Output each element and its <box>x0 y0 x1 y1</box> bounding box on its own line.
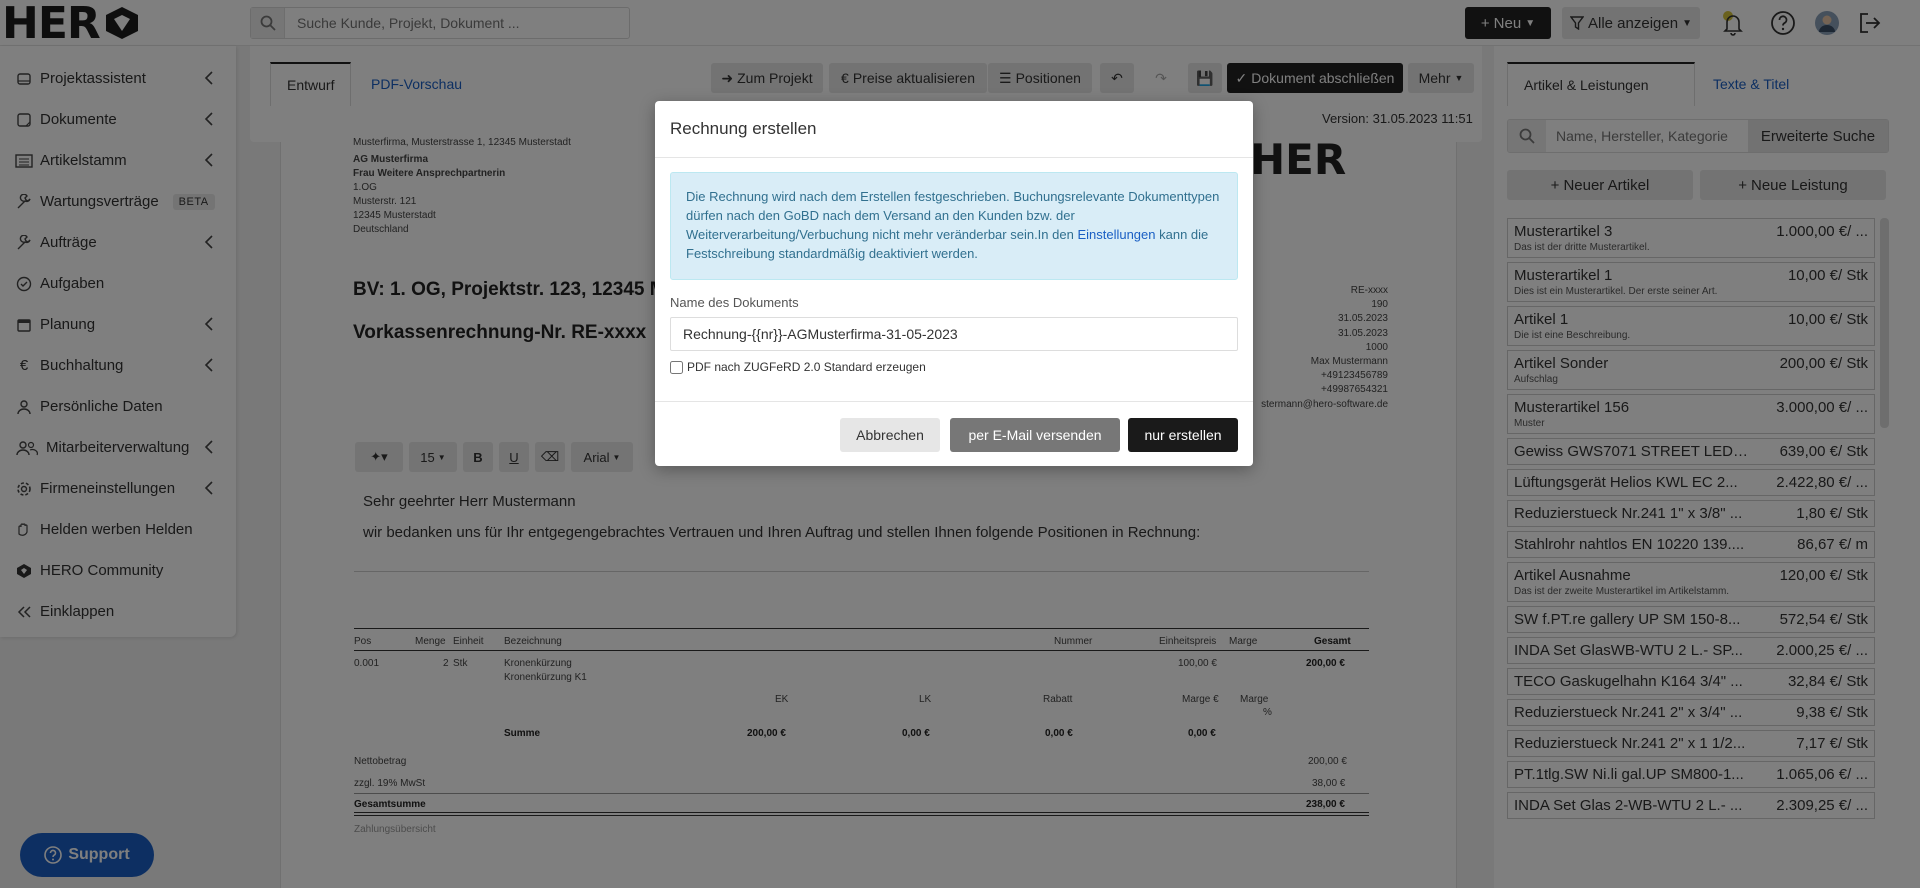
document-name-input[interactable] <box>670 317 1238 351</box>
divider <box>655 401 1253 402</box>
zugferd-option[interactable]: PDF nach ZUGFeRD 2.0 Standard erzeugen <box>670 360 926 374</box>
document-name-label: Name des Dokuments <box>670 295 799 310</box>
send-email-button[interactable]: per E-Mail versenden <box>950 418 1120 452</box>
button-label: Abbrechen <box>856 427 924 443</box>
zugferd-checkbox[interactable] <box>670 360 683 374</box>
button-label: per E-Mail versenden <box>968 427 1102 443</box>
dialog-title: Rechnung erstellen <box>670 119 817 138</box>
info-alert: Die Rechnung wird nach dem Erstellen fes… <box>670 172 1238 280</box>
create-only-button[interactable]: nur erstellen <box>1128 418 1238 452</box>
divider <box>655 157 1253 158</box>
zugferd-label: PDF nach ZUGFeRD 2.0 Standard erzeugen <box>687 360 926 374</box>
create-invoice-dialog: Rechnung erstellen Die Rechnung wird nac… <box>655 101 1253 466</box>
cancel-button[interactable]: Abbrechen <box>840 418 940 452</box>
settings-link[interactable]: Einstellungen <box>1077 227 1155 242</box>
button-label: nur erstellen <box>1144 427 1222 443</box>
